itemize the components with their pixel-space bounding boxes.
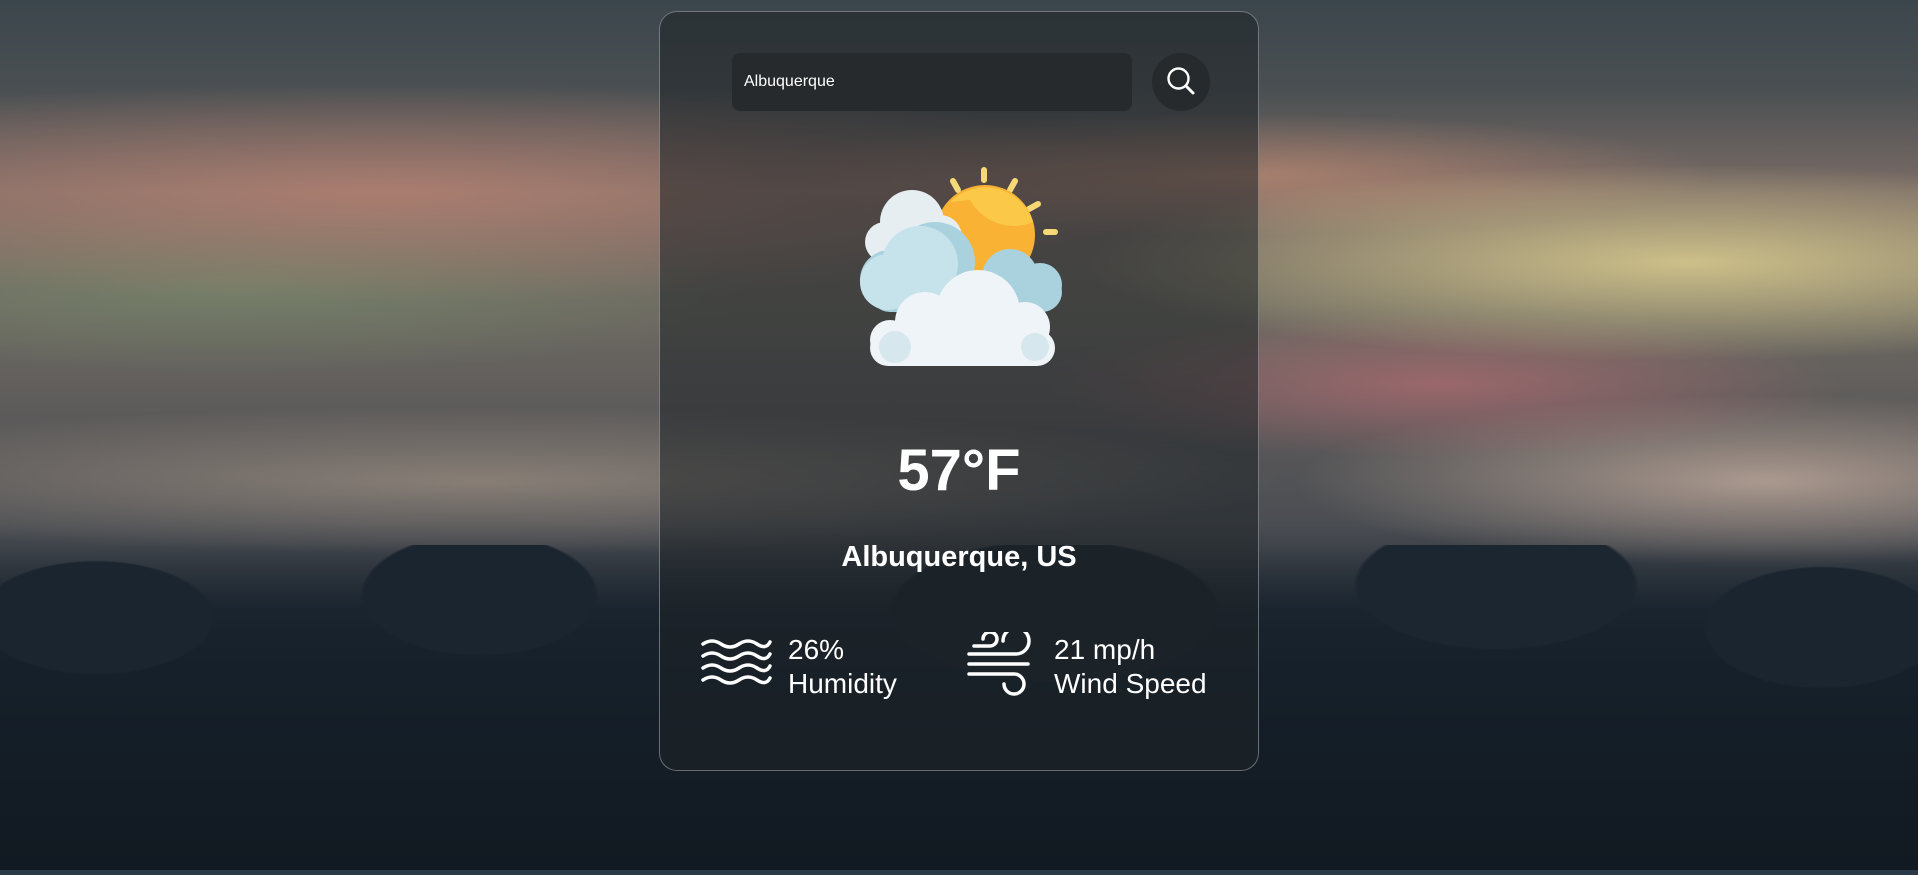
search-bar xyxy=(732,53,1210,111)
wind-value: 21 mp/h xyxy=(1054,633,1156,665)
city-name: Albuquerque, US xyxy=(841,541,1077,573)
search-button[interactable] xyxy=(1152,53,1210,111)
search-icon xyxy=(1166,66,1196,99)
bottom-bar xyxy=(0,870,1918,875)
wind-icon xyxy=(966,626,1038,701)
partly-cloudy-icon xyxy=(850,152,1080,367)
wind-label: Wind Speed xyxy=(1054,667,1207,699)
humidity-waves-icon xyxy=(700,636,772,697)
search-input[interactable] xyxy=(732,53,1132,111)
wind-detail: 21 mp/h Wind Speed xyxy=(966,626,1207,701)
humidity-label: Humidity xyxy=(788,667,897,699)
humidity-value: 26% xyxy=(788,633,845,665)
humidity-detail: 26% Humidity xyxy=(700,632,966,701)
weather-details: 26% Humidity 21 mp/h Wind Speed xyxy=(700,626,1240,701)
temperature: 57°F xyxy=(897,438,1021,503)
weather-card: 57°F Albuquerque, US 26% Humidity xyxy=(659,11,1259,771)
